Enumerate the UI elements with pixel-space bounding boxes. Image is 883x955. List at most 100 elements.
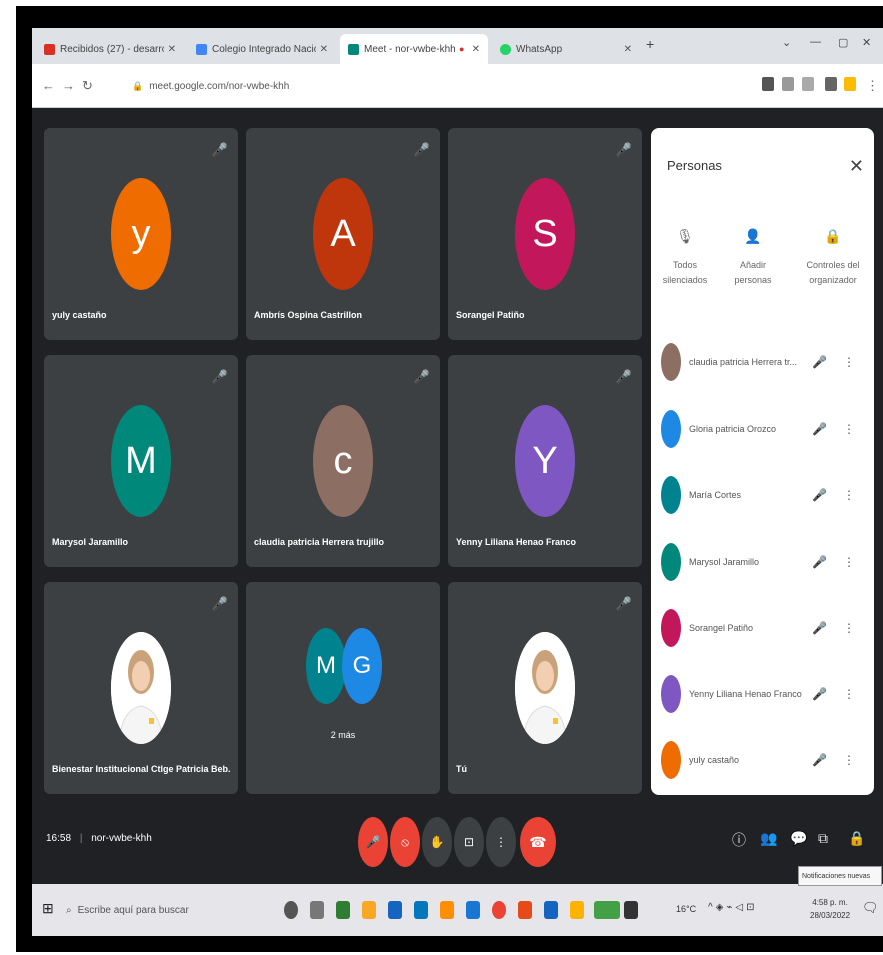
more-options-icon[interactable]: ⋮ <box>843 355 855 369</box>
reload-icon[interactable]: ↻ <box>82 78 93 94</box>
participant-name: Bienestar Institucional Ctlge Patricia B… <box>52 764 230 774</box>
list-item[interactable]: Marysol Jaramillo 🎤 ⋮ <box>661 542 861 582</box>
close-tab-icon[interactable]: ✕ <box>164 44 176 55</box>
edge-icon[interactable] <box>388 901 402 919</box>
avatar: Y <box>515 405 575 517</box>
panel-title: Personas <box>667 158 722 173</box>
people-icon[interactable]: 👥 <box>760 830 777 847</box>
windows-start-icon[interactable]: ⊞ <box>42 900 54 917</box>
participant-tile-group[interactable]: M G 2 más <box>246 582 440 794</box>
tab-label: Meet - nor-vwbe-khh <box>364 43 456 55</box>
app-icon[interactable] <box>594 901 620 919</box>
mic-off-icon[interactable]: 🎤 <box>812 621 827 635</box>
list-item[interactable]: Yenny Liliana Henao Franco 🎤 ⋮ <box>661 674 861 714</box>
tab-whatsapp[interactable]: WhatsApp ✕ <box>492 34 640 64</box>
participant-tile[interactable]: 🎤 A Ambrís Ospina Castrillon <box>246 128 440 340</box>
app-icon[interactable] <box>544 901 558 919</box>
raise-hand-button[interactable]: ✋ <box>422 817 452 867</box>
avatar: M <box>111 405 171 517</box>
mic-off-icon[interactable]: 🎤 <box>812 422 827 436</box>
new-tab-button[interactable]: + <box>646 36 654 52</box>
menu-icon[interactable]: ⋮ <box>866 78 879 94</box>
back-icon[interactable]: ← <box>42 78 55 93</box>
word-icon[interactable] <box>466 901 480 919</box>
tab-search-icon[interactable]: ⌄ <box>782 36 791 49</box>
profile-icon[interactable] <box>844 77 856 91</box>
mic-off-icon: 🎤 <box>365 835 381 849</box>
weather-temp[interactable]: 16°C <box>676 904 696 914</box>
participant-tile[interactable]: 🎤 y yuly castaño <box>44 128 238 340</box>
more-options-icon[interactable]: ⋮ <box>843 422 855 436</box>
mic-off-icon: 🎤 <box>615 369 632 384</box>
mic-off-icon[interactable]: 🎤 <box>812 488 827 502</box>
meeting-code: nor-vwbe-khh <box>91 833 152 844</box>
more-options-icon[interactable]: ⋮ <box>843 621 855 635</box>
close-tab-icon[interactable]: ✕ <box>316 44 328 55</box>
notifications-icon[interactable]: 🗨 <box>862 900 879 916</box>
mic-off-icon[interactable]: 🎤 <box>812 753 827 767</box>
more-options-button[interactable]: ⋮ <box>486 817 516 867</box>
app-icon[interactable] <box>570 901 584 919</box>
meeting-time: 16:58 | nor-vwbe-khh <box>46 833 152 844</box>
forward-icon[interactable]: → <box>62 78 75 93</box>
participant-tile[interactable]: 🎤 Bienestar Institucional Ctlge Patricia… <box>44 582 238 794</box>
activities-icon[interactable]: ⧉ <box>818 830 828 847</box>
extensions-icon[interactable] <box>825 77 837 91</box>
task-view-icon[interactable] <box>310 901 324 919</box>
maximize-button[interactable]: ▢ <box>838 36 848 49</box>
tab-colegio[interactable]: Colegio Integrado Nacional Ori... ✕ <box>188 34 336 64</box>
chat-icon[interactable]: 💬 <box>790 830 807 847</box>
list-item[interactable]: Gloria patricia Orozco 🎤 ⋮ <box>661 409 861 449</box>
share-icon[interactable] <box>782 77 794 91</box>
app-icon[interactable] <box>518 901 532 919</box>
participant-tile[interactable]: 🎤 S Sorangel Patiño <box>448 128 642 340</box>
end-call-button[interactable]: ☎ <box>520 817 556 867</box>
participant-tile[interactable]: 🎤 Y Yenny Liliana Henao Franco <box>448 355 642 567</box>
close-tab-icon[interactable]: ✕ <box>468 44 480 55</box>
store-icon[interactable] <box>414 901 428 919</box>
mic-off-icon[interactable]: 🎤 <box>812 355 827 369</box>
clock-date: 28/03/2022 <box>810 911 851 920</box>
camera-icon[interactable] <box>762 77 774 91</box>
info-icon[interactable]: ⓘ <box>732 830 746 850</box>
cortana-icon[interactable] <box>284 901 298 919</box>
avatar <box>661 343 681 381</box>
url-field[interactable]: 🔒 meet.google.com/nor-vwbe-khh <box>132 75 792 97</box>
more-options-icon[interactable]: ⋮ <box>843 753 855 767</box>
present-button[interactable]: ⊡ <box>454 817 484 867</box>
participant-tile[interactable]: 🎤 M Marysol Jaramillo <box>44 355 238 567</box>
system-tray-icons[interactable]: ^◈⌁◁⊡ <box>708 902 757 913</box>
app-icon[interactable] <box>624 901 638 919</box>
tab-meet[interactable]: Meet - nor-vwbe-khh ● ✕ <box>340 34 488 64</box>
list-item[interactable]: María Cortes 🎤 ⋮ <box>661 475 861 515</box>
more-options-icon[interactable]: ⋮ <box>843 488 855 502</box>
mic-off-icon[interactable]: 🎤 <box>812 687 827 701</box>
participant-tile[interactable]: 🎤 c claudia patricia Herrera trujillo <box>246 355 440 567</box>
close-window-button[interactable]: ✕ <box>862 36 871 49</box>
mute-all-button[interactable]: 🎙 Todos silenciados <box>651 228 719 288</box>
excel-icon[interactable] <box>336 901 350 919</box>
list-item[interactable]: claudia patricia Herrera tr... 🎤 ⋮ <box>661 342 861 382</box>
mic-toggle-button[interactable]: 🎤 <box>358 817 388 867</box>
add-people-button[interactable]: 👤 Añadir personas <box>719 228 787 288</box>
host-controls-icon[interactable]: 🔒 <box>848 830 865 847</box>
more-options-icon[interactable]: ⋮ <box>843 687 855 701</box>
taskbar-search[interactable]: ⌕ Escribe aquí para buscar <box>66 896 276 924</box>
minimize-button[interactable]: — <box>810 36 821 48</box>
more-options-icon[interactable]: ⋮ <box>843 555 855 569</box>
app-icon[interactable] <box>440 901 454 919</box>
chrome-icon[interactable] <box>492 901 506 919</box>
list-item[interactable]: Sorangel Patiño 🎤 ⋮ <box>661 608 861 648</box>
self-tile[interactable]: 🎤 Tú <box>448 582 642 794</box>
host-controls-button[interactable]: 🔒 Controles del organizador <box>795 228 871 288</box>
file-explorer-icon[interactable] <box>362 901 376 919</box>
camera-toggle-button[interactable]: ⦸ <box>390 817 420 867</box>
list-item[interactable]: yuly castaño 🎤 ⋮ <box>661 740 861 780</box>
close-icon[interactable]: ✕ <box>849 156 864 177</box>
close-tab-icon[interactable]: ✕ <box>620 44 632 55</box>
mic-off-icon[interactable]: 🎤 <box>812 555 827 569</box>
recording-dot-icon: ● <box>458 44 465 54</box>
tab-gmail[interactable]: Recibidos (27) - desarrollolenti... ✕ <box>36 34 184 64</box>
star-icon[interactable] <box>802 77 814 91</box>
taskbar-clock[interactable]: 4:58 p. m. 28/03/2022 <box>810 896 850 922</box>
